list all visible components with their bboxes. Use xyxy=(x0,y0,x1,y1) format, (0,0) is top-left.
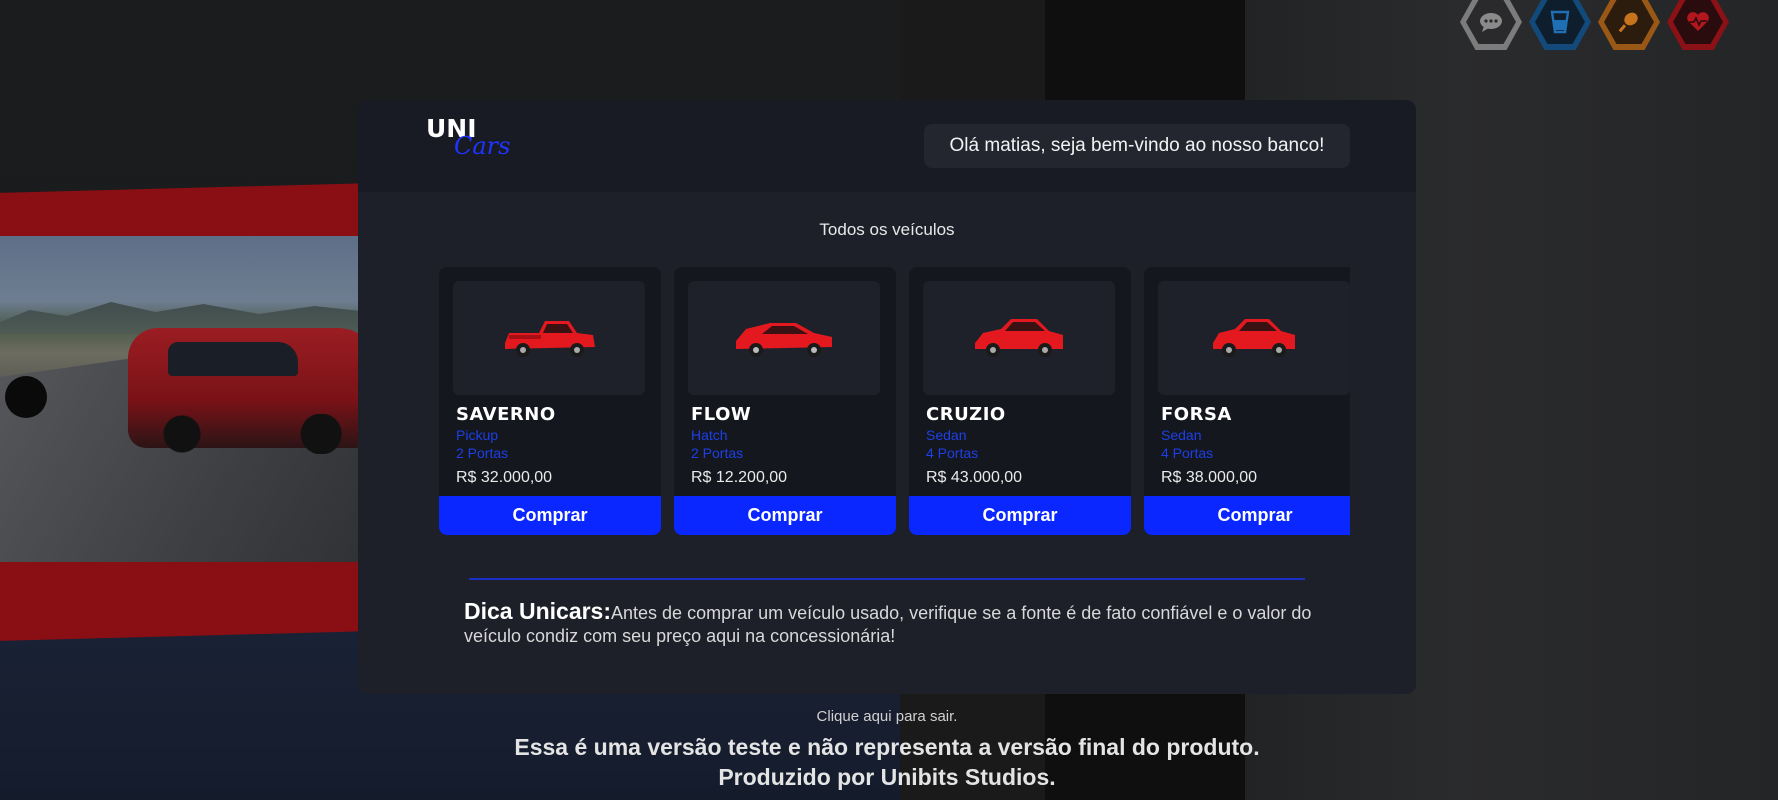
red-sedan-car-icon xyxy=(975,319,1063,357)
vehicle-card: FLOW Hatch 2 Portas R$ 12.200,00 Comprar xyxy=(674,267,896,535)
vehicle-doors: 2 Portas xyxy=(456,445,509,461)
vehicle-card: FORSA Sedan 4 Portas R$ 38.000,00 Compra… xyxy=(1144,267,1350,535)
vehicle-card: CRUZIO Sedan 4 Portas R$ 43.000,00 Compr… xyxy=(909,267,1131,535)
red-hatch-car-icon xyxy=(736,323,832,357)
buy-button[interactable]: Comprar xyxy=(439,496,661,535)
vehicle-name: FORSA xyxy=(1161,404,1232,425)
unicars-logo: UNI Cars xyxy=(426,114,546,164)
unicars-tip: Dica Unicars:Antes de comprar um veículo… xyxy=(464,600,1324,648)
buy-button[interactable]: Comprar xyxy=(674,496,896,535)
section-title: Todos os veículos xyxy=(819,220,955,239)
billboard-photo xyxy=(0,236,370,562)
vehicle-name: FLOW xyxy=(691,404,752,425)
test-version-disclaimer: Essa é uma versão teste e não representa… xyxy=(514,734,1260,760)
tip-label: Dica Unicars: xyxy=(464,598,612,624)
vehicle-image xyxy=(688,281,880,395)
vehicle-price: R$ 38.000,00 xyxy=(1161,469,1258,486)
buy-button[interactable]: Comprar xyxy=(909,496,1131,535)
panel-header: UNI Cars Olá matias, seja bem-vindo ao n… xyxy=(358,100,1416,192)
red-pickup-car-icon xyxy=(505,321,595,357)
hud-hunger xyxy=(1598,0,1660,50)
studio-credit: Produzido por Unibits Studios. xyxy=(718,764,1056,790)
welcome-message: Olá matias, seja bem-vindo ao nosso banc… xyxy=(924,124,1350,168)
vehicle-type: Pickup xyxy=(456,427,499,443)
water-cup-icon xyxy=(1550,10,1570,34)
vehicle-price: R$ 12.200,00 xyxy=(691,469,788,486)
logo-cars-text: Cars xyxy=(454,132,511,160)
vehicle-type: Sedan xyxy=(926,427,967,443)
vehicle-doors: 4 Portas xyxy=(1161,445,1214,461)
buy-button[interactable]: Comprar xyxy=(1144,496,1350,535)
chat-bubble-icon xyxy=(1480,13,1502,32)
vehicle-doors: 2 Portas xyxy=(691,445,744,461)
vehicle-price: R$ 43.000,00 xyxy=(926,469,1023,486)
vehicle-name: SAVERNO xyxy=(456,404,556,425)
vehicle-image xyxy=(453,281,645,395)
billboard-car xyxy=(128,328,370,454)
vehicle-name: CRUZIO xyxy=(926,404,1006,425)
vehicle-list[interactable]: SAVERNO Pickup 2 Portas R$ 32.000,00 Com… xyxy=(439,267,1350,535)
vehicle-image xyxy=(1158,281,1350,395)
section-divider xyxy=(469,578,1305,580)
vehicle-image xyxy=(923,281,1115,395)
vehicle-doors: 4 Portas xyxy=(926,445,979,461)
hud-health xyxy=(1667,0,1729,50)
vehicle-price: R$ 32.000,00 xyxy=(456,469,553,486)
exit-link[interactable]: Clique aqui para sair. xyxy=(0,708,1774,725)
dealership-panel: UNI Cars Olá matias, seja bem-vindo ao n… xyxy=(358,100,1416,694)
hud-chat xyxy=(1460,0,1522,50)
vehicle-type: Hatch xyxy=(691,427,728,443)
food-drumstick-icon xyxy=(1618,12,1638,33)
vehicle-card: SAVERNO Pickup 2 Portas R$ 32.000,00 Com… xyxy=(439,267,661,535)
crosshair-dot xyxy=(5,376,47,418)
hud-thirst xyxy=(1529,0,1591,50)
heart-health-icon xyxy=(1687,12,1709,32)
vehicle-type: Sedan xyxy=(1161,427,1202,443)
hud-status-bar xyxy=(1460,0,1740,54)
red-sedan-car-icon xyxy=(1213,319,1295,357)
